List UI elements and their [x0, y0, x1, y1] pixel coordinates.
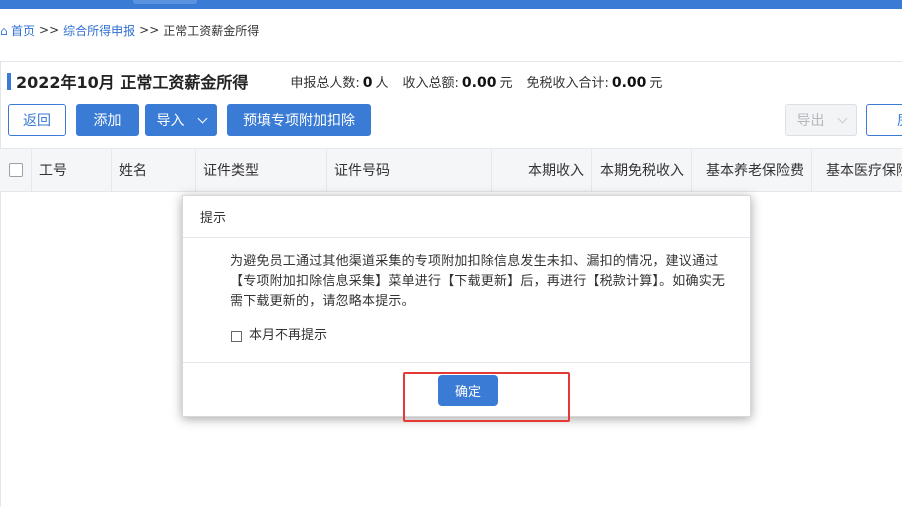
dont-remind-row[interactable]: 本月不再提示: [231, 326, 732, 346]
prefill-special-deduction-button[interactable]: 预填专项附加扣除: [227, 104, 371, 136]
column-header-medical-insurance[interactable]: 基本医疗保险: [812, 149, 902, 191]
column-header-name[interactable]: 姓名: [112, 149, 196, 191]
summary-exempt: 免税收入合计: 0.00 元: [526, 72, 662, 91]
breadcrumb-home-link[interactable]: 首页: [11, 22, 35, 39]
breadcrumb-separator: >>: [39, 23, 60, 37]
back-button[interactable]: 返回: [8, 104, 66, 136]
breadcrumb: ⌂ 首页 >> 综合所得申报 >> 正常工资薪金所得: [0, 21, 259, 39]
add-button[interactable]: 添加: [76, 104, 139, 136]
summary-exempt-unit: 元: [649, 75, 663, 91]
title-accent-bar: [7, 72, 11, 90]
breadcrumb-comprehensive-income-link[interactable]: 综合所得申报: [63, 22, 135, 39]
select-all-cell: [0, 149, 32, 191]
dialog-body: 为避免员工通过其他渠道采集的专项附加扣除信息发生未扣、漏扣的情况，建议通过【专项…: [183, 238, 750, 361]
export-dropdown-button[interactable]: 导出: [785, 104, 857, 136]
column-header-id-type[interactable]: 证件类型: [196, 149, 327, 191]
select-all-checkbox[interactable]: [8, 163, 23, 177]
partial-right-button[interactable]: 房: [866, 104, 902, 136]
breadcrumb-separator: >>: [139, 23, 160, 37]
page-header: 2022年10月 正常工资薪金所得 申报总人数: 0 人 收入总额: 0.00 元 免税…: [0, 68, 676, 94]
breadcrumb-current: 正常工资薪金所得: [163, 23, 260, 38]
summary-people: 申报总人数: 0 人: [290, 72, 388, 91]
table-header: 工号 姓名 证件类型 证件号码 本期收入 本期免税收入 基本养老保险费 基本医疗…: [0, 148, 902, 192]
dont-remind-checkbox[interactable]: [231, 330, 242, 342]
top-nav-tab[interactable]: [133, 0, 197, 4]
column-header-id-number[interactable]: 证件号码: [327, 149, 492, 191]
summary-people-unit: 人: [375, 75, 389, 91]
summary-people-value: 0: [362, 74, 373, 91]
summary-income: 收入总额: 0.00 元: [403, 72, 513, 91]
column-header-current-income[interactable]: 本期收入: [492, 149, 592, 191]
column-header-pension-insurance[interactable]: 基本养老保险费: [692, 149, 812, 191]
column-header-employee-id[interactable]: 工号: [32, 149, 112, 191]
import-label: 导入: [156, 113, 185, 129]
summary-stats: 申报总人数: 0 人 收入总额: 0.00 元 免税收入合计: 0.00 元: [290, 72, 676, 91]
summary-income-value: 0.00: [461, 74, 497, 91]
chevron-down-icon: [197, 113, 207, 123]
toolbar: 返回 添加 导入 预填专项附加扣除 导出 房: [0, 104, 902, 137]
dialog-title: 提示: [183, 196, 750, 238]
dont-remind-label[interactable]: 本月不再提示: [249, 326, 327, 346]
summary-income-label: 收入总额:: [402, 75, 459, 91]
summary-people-label: 申报总人数:: [290, 75, 360, 91]
summary-exempt-label: 免税收入合计:: [526, 75, 609, 91]
summary-exempt-value: 0.00: [611, 74, 647, 91]
column-header-tax-exempt-income[interactable]: 本期免税收入: [592, 149, 692, 191]
dialog-message: 为避免员工通过其他渠道采集的专项附加扣除信息发生未扣、漏扣的情况，建议通过【专项…: [230, 254, 726, 309]
chevron-down-icon: [837, 113, 847, 123]
export-label: 导出: [796, 113, 825, 129]
top-nav-bar: [0, 0, 902, 9]
page-title: 2022年10月 正常工资薪金所得: [16, 73, 249, 92]
highlight-annotation: [403, 372, 570, 422]
import-dropdown-button[interactable]: 导入: [145, 104, 217, 136]
home-icon: ⌂: [0, 24, 8, 36]
summary-income-unit: 元: [499, 75, 513, 91]
